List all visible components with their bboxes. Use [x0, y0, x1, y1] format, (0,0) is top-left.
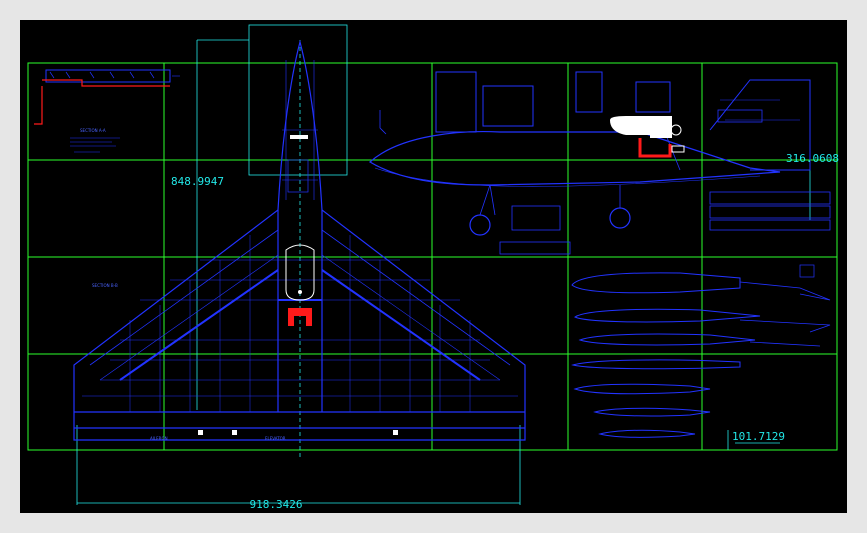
- aileron-label: AILERON: [150, 436, 168, 441]
- section-detail: [34, 69, 180, 153]
- delta-wing-planform: [73, 39, 526, 441]
- green-grid: [27, 62, 838, 451]
- wing-height-dimension: 848.9947: [171, 175, 224, 188]
- detail-size-dimension: 101.7129: [732, 430, 785, 443]
- dimension-lines: [76, 24, 811, 505]
- elevator-label: ELEVATOR: [265, 436, 286, 441]
- side-view-fuselage: [368, 71, 831, 255]
- airfoil-sections: [571, 264, 831, 438]
- tail-height-dimension: 316.0608: [786, 152, 839, 165]
- section-a-label: SECTION A-A: [80, 128, 106, 133]
- span-dimension: 918.3426: [250, 498, 303, 511]
- cad-drawing-canvas[interactable]: SECTION A-A AILERON ELEVATOR SECTION B-B: [20, 20, 847, 513]
- engine-detail: [610, 116, 685, 158]
- cad-viewport[interactable]: SECTION A-A AILERON ELEVATOR SECTION B-B: [20, 20, 847, 513]
- section-b-label: SECTION B-B: [92, 283, 118, 288]
